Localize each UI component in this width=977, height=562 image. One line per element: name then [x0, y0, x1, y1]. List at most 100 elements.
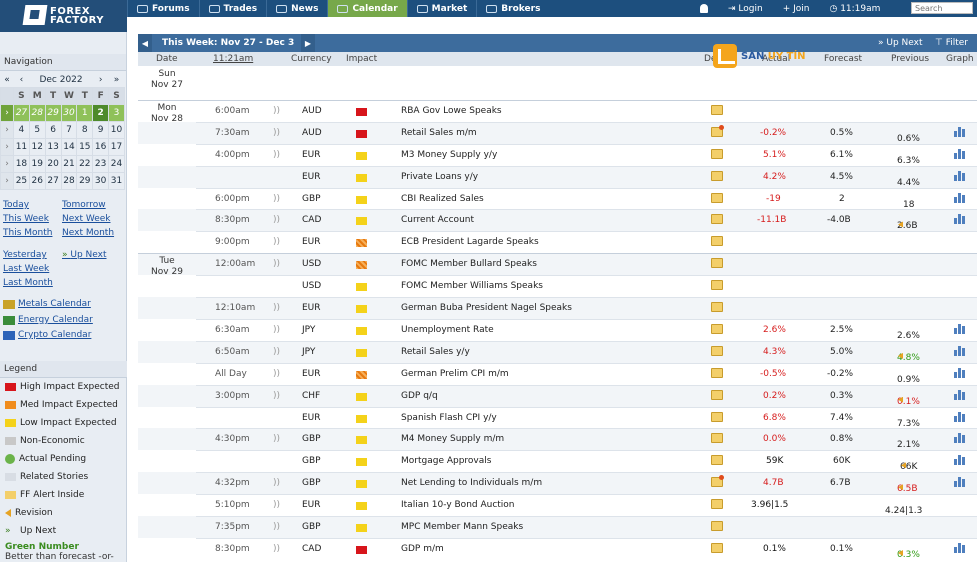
event-name[interactable]: Retail Sales m/m [401, 128, 477, 138]
calendar-day[interactable]: 2 [92, 103, 110, 122]
this-week-link[interactable]: This Week [3, 214, 62, 224]
table-row[interactable]: 3:00pm)) CHF GDP q/q 0.2% 0.3% 0.1% [138, 384, 977, 407]
calendar-day[interactable]: 16 [92, 137, 110, 156]
sound-icon[interactable]: )) [273, 106, 280, 116]
table-row[interactable]: USD FOMC Member Williams Speaks [138, 275, 977, 297]
event-name[interactable]: Mortgage Approvals [401, 456, 491, 466]
calendar-day[interactable]: 29 [44, 103, 62, 122]
next-month-link[interactable]: Next Month [62, 228, 121, 238]
table-row[interactable]: EUR Private Loans y/y 4.2% 4.5% 4.4% [138, 165, 977, 188]
calendar-day[interactable]: 6 [44, 120, 62, 139]
week-select-button[interactable]: › [0, 103, 14, 122]
calendar-day[interactable]: 29 [76, 171, 94, 190]
last-week-link[interactable]: Last Week [3, 264, 62, 274]
nav-forums[interactable]: Forums [127, 0, 199, 17]
detail-folder-icon[interactable] [711, 411, 723, 422]
table-row[interactable]: 9:00pm)) EUR ECB President Lagarde Speaks [138, 231, 977, 253]
calendar-day[interactable]: 12 [28, 137, 46, 156]
calendar-day[interactable]: 14 [60, 137, 78, 156]
calendar-day[interactable]: 21 [60, 154, 78, 173]
calendar-day[interactable]: 9 [92, 120, 110, 139]
sound-icon[interactable]: )) [273, 369, 280, 379]
up-next-button[interactable]: » Up Next [878, 38, 923, 48]
calendar-day[interactable]: 31 [108, 171, 125, 190]
col-time[interactable]: 11:21am [213, 54, 253, 64]
calendar-day[interactable]: 3 [108, 103, 125, 122]
sound-icon[interactable]: )) [273, 347, 280, 357]
event-name[interactable]: Spanish Flash CPI y/y [401, 413, 497, 423]
calendar-day[interactable]: 18 [13, 154, 30, 173]
calendar-day[interactable]: 11 [13, 137, 30, 156]
forex-factory-logo[interactable]: FOREX FACTORY [0, 0, 127, 32]
table-row[interactable]: 6:30am)) JPY Unemployment Rate 2.6% 2.5% 2.6% [138, 318, 977, 341]
sound-icon[interactable]: )) [273, 500, 280, 510]
prev-month-button[interactable]: ‹ [14, 73, 30, 87]
detail-folder-icon[interactable] [711, 124, 724, 137]
graph-icon[interactable] [954, 367, 965, 378]
event-name[interactable]: Net Lending to Individuals m/m [401, 478, 542, 488]
event-name[interactable]: Retail Sales y/y [401, 347, 470, 357]
table-row[interactable]: 12:00am)) USD FOMC Member Bullard Speaks [138, 253, 977, 276]
sound-icon[interactable]: )) [273, 237, 280, 247]
graph-icon[interactable] [954, 170, 965, 181]
table-row[interactable]: 7:30am)) AUD Retail Sales m/m -0.2% 0.5% 0.6% [138, 121, 977, 144]
graph-icon[interactable] [954, 433, 965, 444]
event-name[interactable]: GDP m/m [401, 544, 444, 554]
table-row[interactable]: 6:00pm)) GBP CBI Realized Sales -19 2 18 [138, 187, 977, 210]
sound-icon[interactable]: )) [273, 303, 280, 313]
calendar-day[interactable]: 27 [13, 103, 30, 122]
calendar-day[interactable]: 4 [13, 120, 30, 139]
sound-icon[interactable]: )) [273, 522, 280, 532]
prev-week-button[interactable]: ◀ [138, 34, 152, 52]
event-name[interactable]: German Buba President Nagel Speaks [401, 303, 572, 313]
graph-icon[interactable] [954, 214, 965, 225]
table-row[interactable]: 7:35pm)) GBP MPC Member Mann Speaks [138, 516, 977, 539]
event-name[interactable]: M4 Money Supply m/m [401, 434, 504, 444]
detail-folder-icon[interactable] [711, 499, 723, 510]
metals-calendar-link[interactable]: Metals Calendar [3, 299, 91, 309]
sound-icon[interactable]: )) [273, 391, 280, 401]
graph-icon[interactable] [954, 542, 965, 553]
week-select-button[interactable]: › [0, 154, 14, 173]
clock[interactable]: ◷ 11:19am [829, 4, 880, 14]
crypto-calendar-link[interactable]: Crypto Calendar [3, 330, 91, 340]
event-name[interactable]: German Prelim CPI m/m [401, 369, 509, 379]
detail-folder-icon[interactable] [711, 170, 723, 181]
table-row[interactable]: 8:30pm)) CAD GDP m/m 0.1% 0.1% 0.3% [138, 537, 977, 560]
calendar-day[interactable]: 19 [28, 154, 46, 173]
sound-icon[interactable]: )) [273, 215, 280, 225]
calendar-day[interactable]: 1 [76, 103, 94, 122]
nav-calendar[interactable]: Calendar [327, 0, 407, 17]
next-year-button[interactable]: » [109, 73, 125, 87]
login-link[interactable]: ⇥ Login [728, 4, 763, 14]
table-row[interactable]: 8:30pm)) CAD Current Account -11.1B -4.0B 2.6… [138, 209, 977, 232]
detail-folder-icon[interactable] [711, 542, 723, 553]
calendar-day[interactable]: 13 [44, 137, 62, 156]
calendar-day[interactable]: 7 [60, 120, 78, 139]
nav-brokers[interactable]: Brokers [476, 0, 549, 17]
calendar-day[interactable]: 30 [92, 171, 110, 190]
last-month-link[interactable]: Last Month [3, 278, 62, 288]
graph-icon[interactable] [954, 455, 965, 466]
next-week-button[interactable]: ▶ [301, 34, 315, 52]
join-link[interactable]: + Join [783, 4, 810, 14]
prev-year-button[interactable]: « [1, 73, 14, 87]
bell-icon[interactable] [700, 4, 708, 13]
table-row[interactable]: 6:00am)) AUD RBA Gov Lowe Speaks [138, 99, 977, 122]
sound-icon[interactable]: )) [273, 325, 280, 335]
nav-market[interactable]: Market [406, 0, 477, 17]
calendar-day[interactable]: 28 [28, 103, 46, 122]
detail-folder-icon[interactable] [711, 214, 723, 225]
graph-icon[interactable] [954, 411, 965, 422]
event-name[interactable]: FOMC Member Williams Speaks [401, 281, 543, 291]
event-name[interactable]: Unemployment Rate [401, 325, 494, 335]
table-row[interactable]: 4:30pm)) GBP M4 Money Supply m/m 0.0% 0.8% 2.… [138, 428, 977, 451]
sound-icon[interactable]: )) [273, 434, 280, 444]
event-name[interactable]: FOMC Member Bullard Speaks [401, 259, 537, 269]
search-input[interactable] [911, 2, 973, 14]
sound-icon[interactable]: )) [273, 150, 280, 160]
graph-icon[interactable] [954, 126, 965, 137]
table-row[interactable]: GBP Mortgage Approvals 59K 60K 66K [138, 450, 977, 472]
week-select-button[interactable]: › [0, 120, 14, 139]
today-link[interactable]: Today [3, 200, 62, 210]
